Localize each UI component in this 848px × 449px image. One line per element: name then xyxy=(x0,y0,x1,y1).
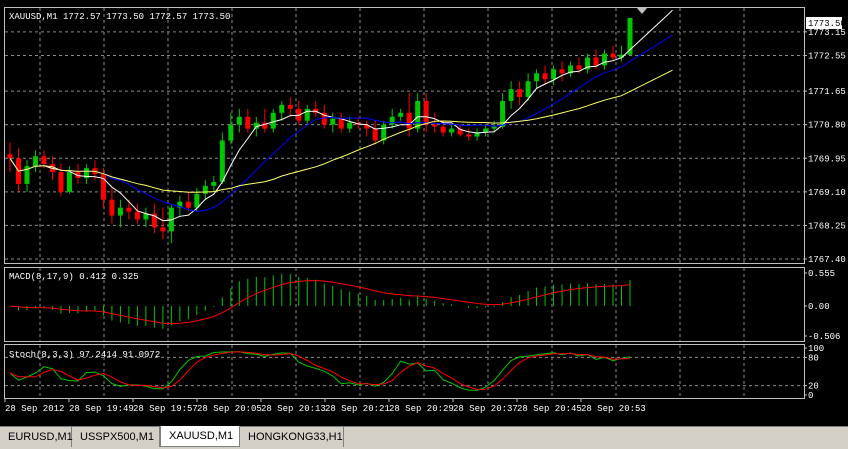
candle-body xyxy=(194,193,200,208)
candle-body xyxy=(236,116,242,125)
candle-body xyxy=(58,172,64,192)
time-label: 28 Sep 20:05 xyxy=(197,404,262,414)
tab-label: EURUSD,M1 xyxy=(8,431,73,443)
price-label: 1768.25 xyxy=(808,221,846,231)
candle-body xyxy=(508,89,514,101)
macd-label: MACD(8,17,9) 0.412 0.325 xyxy=(9,272,139,282)
stoch-label: Stoch(8,3,3) 97.2414 91.0972 xyxy=(9,350,160,360)
time-label: 28 Sep 20:21 xyxy=(325,404,390,414)
candle-body xyxy=(66,172,72,192)
chart-terminal[interactable]: XAUUSD,M1 1772.57 1773.50 1772.57 1773.5… xyxy=(0,0,848,449)
tab-usspx500-m1[interactable]: USSPX500,M1 xyxy=(72,427,160,447)
candle-body xyxy=(219,140,225,182)
price-label: 1771.65 xyxy=(808,87,846,97)
candle-body xyxy=(279,104,285,113)
price-label: 1773.15 xyxy=(808,28,846,38)
candle-body xyxy=(41,156,47,165)
tab-label: USSPX500,M1 xyxy=(80,431,154,443)
chart-tab-bar: EURUSD,M1 USSPX500,M1 XAUUSD,M1 HONGKONG… xyxy=(0,426,848,449)
candle-body xyxy=(440,126,446,133)
candle-body xyxy=(372,128,378,141)
stoch-axis-label: 0 xyxy=(808,391,813,401)
candle-body xyxy=(185,201,191,208)
candle-body xyxy=(551,69,557,80)
candle-body xyxy=(245,116,251,129)
candle-body xyxy=(338,118,344,129)
candle-body xyxy=(525,81,531,98)
macd-axis-label: 0.00 xyxy=(808,302,830,312)
current-price-label: 1773.50 xyxy=(808,19,846,29)
candle-body xyxy=(593,57,599,66)
candle-body xyxy=(109,199,115,216)
time-label: 28 Sep 19:57 xyxy=(133,404,198,414)
candle-body xyxy=(347,122,353,129)
time-label: 28 Sep 20:53 xyxy=(581,404,646,414)
price-label: 1769.10 xyxy=(808,188,846,198)
candle-body xyxy=(610,53,616,58)
time-label: 28 Sep 20:37 xyxy=(453,404,518,414)
candle-body xyxy=(602,53,608,66)
candle-body xyxy=(449,128,455,133)
time-label: 28 Sep 19:49 xyxy=(69,404,134,414)
candle-body xyxy=(406,112,412,129)
candle-body xyxy=(559,69,565,74)
candle-body xyxy=(7,154,13,159)
chart-canvas[interactable]: XAUUSD,M1 1772.57 1773.50 1772.57 1773.5… xyxy=(0,0,848,426)
tab-label: XAUUSD,M1 xyxy=(169,430,234,442)
candle-body xyxy=(287,104,293,109)
candle-body xyxy=(202,185,208,194)
chart-header: XAUUSD,M1 1772.57 1773.50 1772.57 1773.5… xyxy=(9,12,230,22)
current-price-marker: 1773.50 xyxy=(806,17,846,29)
tab-eurusd-m1[interactable]: EURUSD,M1 xyxy=(0,427,73,447)
candle-body xyxy=(211,181,217,186)
time-label: 28 Sep 20:13 xyxy=(261,404,326,414)
candle-body xyxy=(117,207,123,216)
candle-body xyxy=(398,112,404,117)
candle-body xyxy=(432,124,438,127)
candle-body xyxy=(160,227,166,232)
candle-body xyxy=(32,156,38,167)
tab-label: HONGKONG33,H1 xyxy=(248,431,343,443)
candle-body xyxy=(304,108,310,121)
time-label: 28 Sep 20:45 xyxy=(517,404,582,414)
price-label: 1770.80 xyxy=(808,121,846,131)
tab-hongkong33-h1[interactable]: HONGKONG33,H1 xyxy=(240,427,344,447)
candle-body xyxy=(423,100,429,125)
macd-axis-label: 0.555 xyxy=(808,269,835,279)
candle-body xyxy=(134,211,140,220)
candle-body xyxy=(534,73,540,82)
candle-body xyxy=(270,112,276,129)
candle-body xyxy=(542,73,548,80)
candle-body xyxy=(389,116,395,125)
candle-body xyxy=(517,89,523,98)
candle-body xyxy=(228,124,234,141)
candle-body xyxy=(126,207,132,212)
tab-xauusd-m1[interactable]: XAUUSD,M1 xyxy=(160,426,240,447)
candle-body xyxy=(466,134,472,137)
candle-body xyxy=(491,126,497,129)
time-label: 28 Sep 20:29 xyxy=(389,404,454,414)
price-label: 1767.40 xyxy=(808,255,846,265)
macd-axis-label: -0.506 xyxy=(808,332,840,342)
candle-body xyxy=(576,65,582,70)
stoch-axis-label: 80 xyxy=(808,353,819,363)
price-label: 1772.55 xyxy=(808,52,846,62)
price-label: 1769.95 xyxy=(808,154,846,164)
time-label: 28 Sep 2012 xyxy=(5,404,64,414)
candle-body xyxy=(330,118,336,125)
candle-body xyxy=(415,100,421,129)
